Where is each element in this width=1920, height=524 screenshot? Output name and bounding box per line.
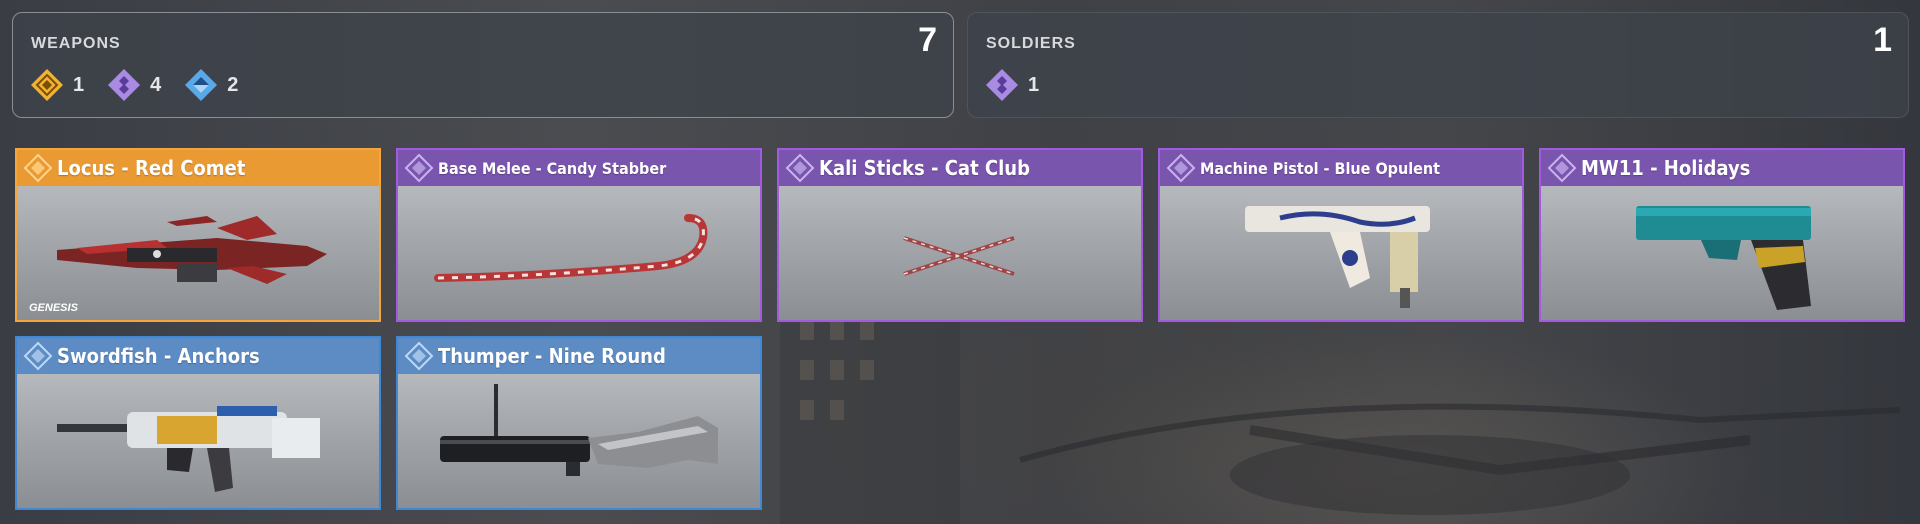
card-title: Base Melee - Candy Stabber [438, 158, 667, 178]
weapon-image [398, 188, 760, 320]
rarity-orange: 1 [29, 67, 84, 103]
purple-diamond-icon [986, 69, 1018, 101]
weapons-rarity-counts: 1 4 2 [29, 67, 260, 103]
rarity-count: 1 [1028, 73, 1040, 96]
rarity-diamond-icon [785, 153, 815, 183]
purple-diamond-icon [108, 69, 141, 101]
genesis-logo: GENESIS [29, 302, 78, 314]
weapon-image [1160, 188, 1522, 320]
orange-diamond-icon [31, 69, 63, 101]
weapon-card-locus-red-comet[interactable]: Locus - Red Comet GENESIS [15, 148, 381, 322]
rarity-diamond-icon [23, 341, 53, 371]
card-header: Locus - Red Comet [17, 150, 379, 186]
rarity-diamond-icon [404, 341, 434, 371]
weapon-card-kali-sticks[interactable]: Kali Sticks - Cat Club [777, 148, 1143, 322]
soldiers-rarity-counts: 1 [984, 67, 1061, 103]
weapon-image [17, 376, 379, 508]
weapon-card-thumper[interactable]: Thumper - Nine Round [396, 336, 762, 510]
rarity-count: 1 [73, 73, 85, 96]
weapons-title: WEAPONS [31, 35, 121, 52]
card-header: MW11 - Holidays [1541, 150, 1903, 186]
card-title: Locus - Red Comet [57, 156, 246, 180]
weapon-card-machine-pistol[interactable]: Machine Pistol - Blue Opulent [1158, 148, 1524, 322]
card-header: Thumper - Nine Round [398, 338, 760, 374]
card-title: Machine Pistol - Blue Opulent [1200, 158, 1441, 178]
card-title: Kali Sticks - Cat Club [819, 156, 1030, 180]
weapon-image [779, 188, 1141, 320]
rarity-purple: 4 [106, 67, 161, 103]
soldiers-total-count: 1 [1873, 21, 1892, 59]
weapon-image [1541, 188, 1903, 320]
soldiers-title: SOLDIERS [986, 35, 1076, 52]
rarity-blue: 2 [183, 67, 238, 103]
rarity-diamond-icon [1547, 153, 1577, 183]
rarity-purple: 1 [984, 67, 1039, 103]
weapon-image [398, 376, 760, 508]
card-header: Swordfish - Anchors [17, 338, 379, 374]
card-header: Kali Sticks - Cat Club [779, 150, 1141, 186]
rarity-diamond-icon [404, 153, 434, 183]
card-title: Thumper - Nine Round [438, 344, 666, 368]
card-header: Base Melee - Candy Stabber [398, 150, 760, 186]
rarity-count: 4 [150, 73, 162, 96]
weapon-image [17, 188, 379, 320]
weapon-card-candy-stabber[interactable]: Base Melee - Candy Stabber [396, 148, 762, 322]
weapons-summary-panel[interactable]: WEAPONS 7 1 4 2 [12, 12, 954, 118]
soldiers-summary-panel[interactable]: SOLDIERS 1 1 [967, 12, 1909, 118]
rarity-diamond-icon [23, 153, 53, 183]
rarity-diamond-icon [1166, 153, 1196, 183]
weapon-card-swordfish[interactable]: Swordfish - Anchors [15, 336, 381, 510]
weapons-total-count: 7 [918, 21, 937, 59]
blue-diamond-icon [185, 69, 218, 101]
card-header: Machine Pistol - Blue Opulent [1160, 150, 1522, 186]
card-title: MW11 - Holidays [1581, 156, 1751, 180]
weapon-card-mw11[interactable]: MW11 - Holidays [1539, 148, 1905, 322]
rarity-count: 2 [227, 73, 239, 96]
card-title: Swordfish - Anchors [57, 344, 260, 368]
